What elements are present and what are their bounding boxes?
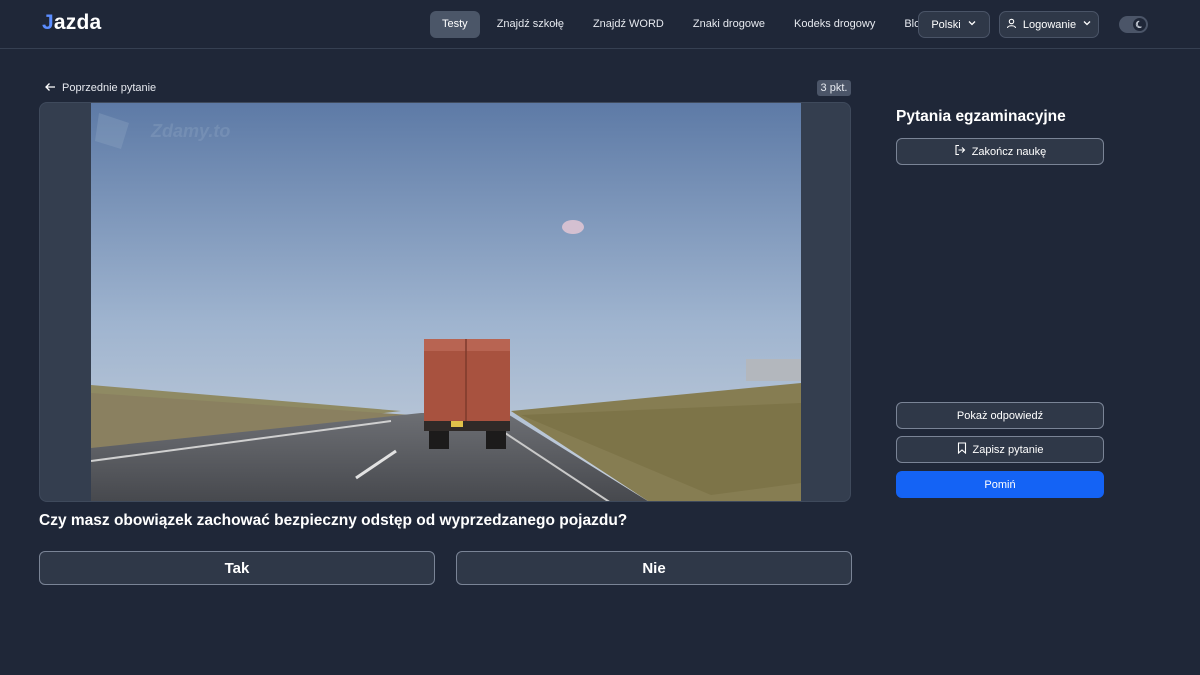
moon-icon: [1133, 18, 1146, 31]
language-select[interactable]: Polski: [918, 11, 990, 38]
question-text: Czy masz obowiązek zachować bezpieczny o…: [39, 512, 628, 529]
nav-link-kodeks-drogowy[interactable]: Kodeks drogowy: [794, 11, 875, 38]
skip-button[interactable]: Pomiń: [896, 471, 1104, 498]
nav-link-testy[interactable]: Testy: [430, 11, 480, 38]
save-question-button[interactable]: Zapisz pytanie: [896, 436, 1104, 463]
nav-link-znajdz-word[interactable]: Znajdź WORD: [593, 11, 664, 38]
bookmark-icon: [957, 442, 967, 457]
show-answer-button[interactable]: Pokaż odpowiedź: [896, 402, 1104, 429]
theme-toggle[interactable]: [1119, 16, 1148, 33]
arrow-left-icon: [44, 82, 56, 95]
sidebar-title: Pytania egzaminacyjne: [896, 108, 1066, 125]
login-label: Logowanie: [1022, 18, 1077, 31]
watermark-text: Zdamy.to: [150, 121, 230, 141]
road-scene-image: Zdamy.to: [91, 103, 801, 501]
chevron-down-icon: [967, 18, 977, 31]
logo-mark: J: [42, 11, 54, 34]
user-icon: [1006, 18, 1017, 32]
logo[interactable]: Jazda: [42, 11, 101, 35]
language-label: Polski: [931, 18, 961, 31]
previous-question-label: Poprzednie pytanie: [62, 82, 157, 94]
exit-icon: [954, 144, 966, 159]
nav-links: Testy Znajdź szkołę Znajdź WORD Znaki dr…: [430, 11, 926, 38]
points-badge: 3 pkt.: [817, 80, 851, 96]
nav-link-znaki-drogowe[interactable]: Znaki drogowe: [693, 11, 765, 38]
login-button[interactable]: Logowanie: [999, 11, 1099, 38]
end-learning-label: Zakończ naukę: [971, 145, 1047, 158]
question-image: Zdamy.to: [39, 102, 851, 502]
navbar: Jazda Testy Znajdź szkołę Znajdź WORD Zn…: [0, 0, 1200, 49]
answer-no-button[interactable]: Nie: [456, 551, 852, 585]
save-question-label: Zapisz pytanie: [972, 443, 1044, 456]
previous-question-link[interactable]: Poprzednie pytanie: [44, 80, 156, 96]
chevron-down-icon: [1082, 18, 1092, 31]
nav-link-znajdz-szkole[interactable]: Znajdź szkołę: [497, 11, 564, 38]
answer-yes-button[interactable]: Tak: [39, 551, 435, 585]
end-learning-button[interactable]: Zakończ naukę: [896, 138, 1104, 165]
logo-text: azda: [53, 11, 102, 34]
